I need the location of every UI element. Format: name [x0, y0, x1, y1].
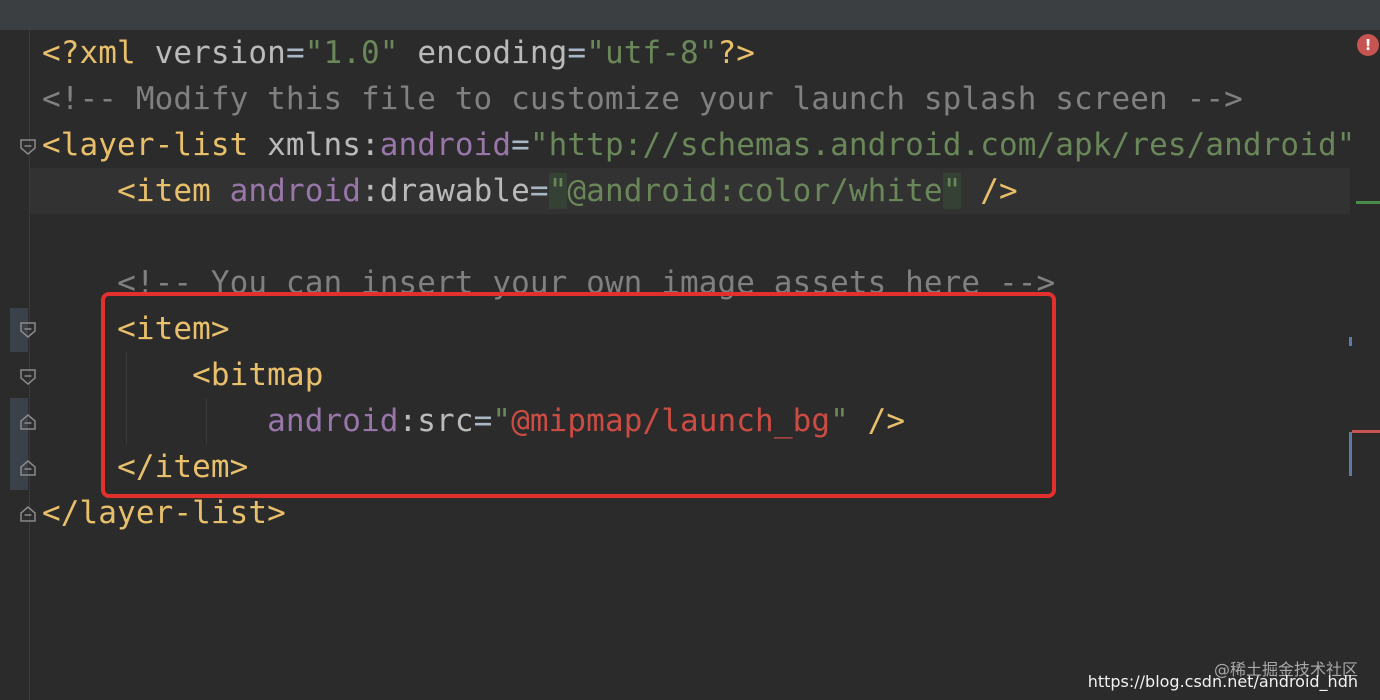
code-line-1: <?xml version="1.0" encoding="utf-8"?> [42, 35, 756, 71]
error-marker[interactable] [1352, 430, 1380, 433]
code-line-2: <!-- Modify this file to customize your … [42, 81, 1243, 117]
fold-collapse-icon[interactable] [18, 137, 38, 157]
editor-tab-bar [0, 0, 1380, 30]
change-marker[interactable] [1356, 201, 1380, 204]
code-line-4: <item android:drawable="@android:color/w… [117, 173, 1018, 209]
highlight-annotation-box [101, 292, 1056, 498]
editor-gutter [0, 30, 30, 700]
fold-end-icon[interactable] [18, 412, 38, 432]
change-marker[interactable] [1349, 432, 1352, 476]
code-line-3: <layer-list xmlns:android="http://schema… [42, 127, 1356, 163]
fold-end-icon[interactable] [18, 458, 38, 478]
change-marker[interactable] [1349, 337, 1352, 346]
error-indicator-icon[interactable]: ! [1357, 34, 1379, 56]
fold-collapse-icon[interactable] [18, 367, 38, 387]
fold-collapse-icon[interactable] [18, 320, 38, 340]
fold-end-icon[interactable] [18, 504, 38, 524]
watermark-url: https://blog.csdn.net/android_hdh [1087, 672, 1358, 691]
error-stripe[interactable] [1350, 30, 1380, 700]
